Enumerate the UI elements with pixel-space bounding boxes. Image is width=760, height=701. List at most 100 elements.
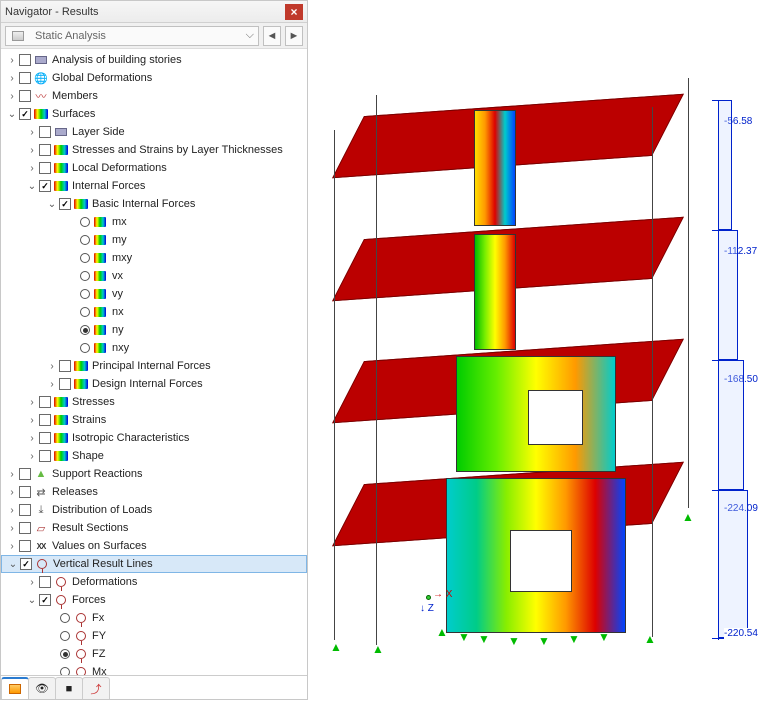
radio[interactable] bbox=[60, 667, 70, 675]
tree-item-releases[interactable]: ›⇄Releases bbox=[1, 483, 307, 501]
checkbox[interactable] bbox=[39, 432, 51, 444]
result-box bbox=[718, 490, 748, 638]
tree-item-fz[interactable]: FZ bbox=[1, 645, 307, 663]
checkbox[interactable] bbox=[19, 54, 31, 66]
tree-item-mx2[interactable]: Mx bbox=[1, 663, 307, 675]
tree-item-nx[interactable]: nx bbox=[1, 303, 307, 321]
column bbox=[652, 107, 653, 637]
checkbox[interactable] bbox=[19, 540, 31, 552]
tree-item-members[interactable]: ›〰Members bbox=[1, 87, 307, 105]
rainbow-icon bbox=[93, 270, 109, 282]
radio[interactable] bbox=[60, 613, 70, 623]
close-button[interactable]: × bbox=[285, 4, 303, 20]
tree-item-fx[interactable]: Fx bbox=[1, 609, 307, 627]
checkbox[interactable] bbox=[39, 450, 51, 462]
viewport[interactable]: ▲ ▲ ▲ ▼ ▼ ▼ ▼ ▼ ▼ ▲ ▲ → X ↓ Z -56.58 -11… bbox=[308, 0, 760, 700]
checkbox[interactable]: ✓ bbox=[39, 180, 51, 192]
checkbox[interactable] bbox=[39, 576, 51, 588]
tree-item-stresslayer[interactable]: ›Stresses and Strains by Layer Thickness… bbox=[1, 141, 307, 159]
radio[interactable] bbox=[80, 289, 90, 299]
tree-item-localdef[interactable]: ›Local Deformations bbox=[1, 159, 307, 177]
wave-icon: 〰 bbox=[33, 90, 49, 102]
rainbow-icon bbox=[53, 180, 69, 192]
rainbow-icon bbox=[73, 198, 89, 210]
result-box bbox=[718, 230, 738, 360]
tree-item-principal[interactable]: ›Principal Internal Forces bbox=[1, 357, 307, 375]
tab-eye[interactable]: 👁 bbox=[28, 677, 56, 699]
tab-layers[interactable] bbox=[1, 677, 29, 699]
tree-item-globaldef[interactable]: ›🌐Global Deformations bbox=[1, 69, 307, 87]
tree-item-internalforces[interactable]: ⌄✓Internal Forces bbox=[1, 177, 307, 195]
checkbox[interactable] bbox=[19, 72, 31, 84]
axis-origin bbox=[426, 595, 431, 600]
checkbox[interactable] bbox=[39, 414, 51, 426]
pin-icon bbox=[34, 558, 50, 570]
tree-item-resultsections[interactable]: ›▱Result Sections bbox=[1, 519, 307, 537]
checkbox[interactable] bbox=[39, 396, 51, 408]
release-icon: ⇄ bbox=[33, 486, 49, 498]
radio[interactable] bbox=[80, 217, 90, 227]
checkbox[interactable] bbox=[39, 162, 51, 174]
tree-item-designinternal[interactable]: ›Design Internal Forces bbox=[1, 375, 307, 393]
tree-item-analysis[interactable]: ›Analysis of building stories bbox=[1, 51, 307, 69]
checkbox[interactable]: ✓ bbox=[39, 594, 51, 606]
analysis-dropdown[interactable]: Static Analysis ⌵ bbox=[5, 26, 259, 46]
prev-button[interactable]: ◄ bbox=[263, 26, 281, 46]
tree-item-fy[interactable]: FY bbox=[1, 627, 307, 645]
radio[interactable] bbox=[80, 307, 90, 317]
support-icon: ▼ bbox=[538, 634, 550, 648]
tree-item-stresses[interactable]: ›Stresses bbox=[1, 393, 307, 411]
analysis-selector-row: Static Analysis ⌵ ◄ ► bbox=[1, 23, 307, 49]
checkbox[interactable] bbox=[19, 468, 31, 480]
checkbox[interactable]: ✓ bbox=[19, 108, 31, 120]
rainbow-icon bbox=[73, 378, 89, 390]
tree-item-shape[interactable]: ›Shape bbox=[1, 447, 307, 465]
radio[interactable] bbox=[80, 343, 90, 353]
checkbox[interactable]: ✓ bbox=[59, 198, 71, 210]
checkbox[interactable] bbox=[19, 486, 31, 498]
checkbox[interactable] bbox=[59, 378, 71, 390]
tree-item-surfaces[interactable]: ⌄✓Surfaces bbox=[1, 105, 307, 123]
tab-chart[interactable]: ⤴ bbox=[82, 677, 110, 699]
tree-item-distloads[interactable]: ›⤓Distribution of Loads bbox=[1, 501, 307, 519]
tree-item-supportreactions[interactable]: ›▲Support Reactions bbox=[1, 465, 307, 483]
checkbox[interactable] bbox=[59, 360, 71, 372]
rainbow-icon bbox=[93, 252, 109, 264]
radio[interactable] bbox=[60, 631, 70, 641]
tree-item-vertresultlines[interactable]: ⌄✓Vertical Result Lines bbox=[1, 555, 307, 573]
radio[interactable] bbox=[80, 253, 90, 263]
tree-item-isotropic[interactable]: ›Isotropic Characteristics bbox=[1, 429, 307, 447]
next-button[interactable]: ► bbox=[285, 26, 303, 46]
tree-item-valsurfaces[interactable]: ›XXValues on Surfaces bbox=[1, 537, 307, 555]
support-icon: ▼ bbox=[508, 634, 520, 648]
tree-item-basicinternal[interactable]: ⌄✓Basic Internal Forces bbox=[1, 195, 307, 213]
tree-item-strains[interactable]: ›Strains bbox=[1, 411, 307, 429]
radio[interactable] bbox=[60, 649, 70, 659]
tree-item-forces2[interactable]: ⌄✓Forces bbox=[1, 591, 307, 609]
results-tree[interactable]: ›Analysis of building stories ›🌐Global D… bbox=[1, 49, 307, 675]
tree-item-nxy[interactable]: nxy bbox=[1, 339, 307, 357]
tree-item-vy[interactable]: vy bbox=[1, 285, 307, 303]
checkbox[interactable] bbox=[39, 144, 51, 156]
checkbox[interactable] bbox=[19, 522, 31, 534]
tree-item-my[interactable]: my bbox=[1, 231, 307, 249]
checkbox[interactable] bbox=[19, 90, 31, 102]
checkbox[interactable]: ✓ bbox=[20, 558, 32, 570]
tree-item-layerside[interactable]: ›Layer Side bbox=[1, 123, 307, 141]
radio[interactable] bbox=[80, 235, 90, 245]
radio[interactable] bbox=[80, 325, 90, 335]
rainbow-icon bbox=[93, 306, 109, 318]
support-icon: ▼ bbox=[478, 632, 490, 646]
tree-item-deformations2[interactable]: ›Deformations bbox=[1, 573, 307, 591]
tree-item-ny[interactable]: ny bbox=[1, 321, 307, 339]
chart-icon: ⤴ bbox=[91, 681, 102, 697]
camera-icon: ■ bbox=[66, 683, 73, 695]
tree-item-mx[interactable]: mx bbox=[1, 213, 307, 231]
radio[interactable] bbox=[80, 271, 90, 281]
checkbox[interactable] bbox=[39, 126, 51, 138]
checkbox[interactable] bbox=[19, 504, 31, 516]
tree-item-vx[interactable]: vx bbox=[1, 267, 307, 285]
bottom-tabs: 👁 ■ ⤴ bbox=[1, 675, 307, 699]
tree-item-mxy[interactable]: mxy bbox=[1, 249, 307, 267]
tab-camera[interactable]: ■ bbox=[55, 677, 83, 699]
